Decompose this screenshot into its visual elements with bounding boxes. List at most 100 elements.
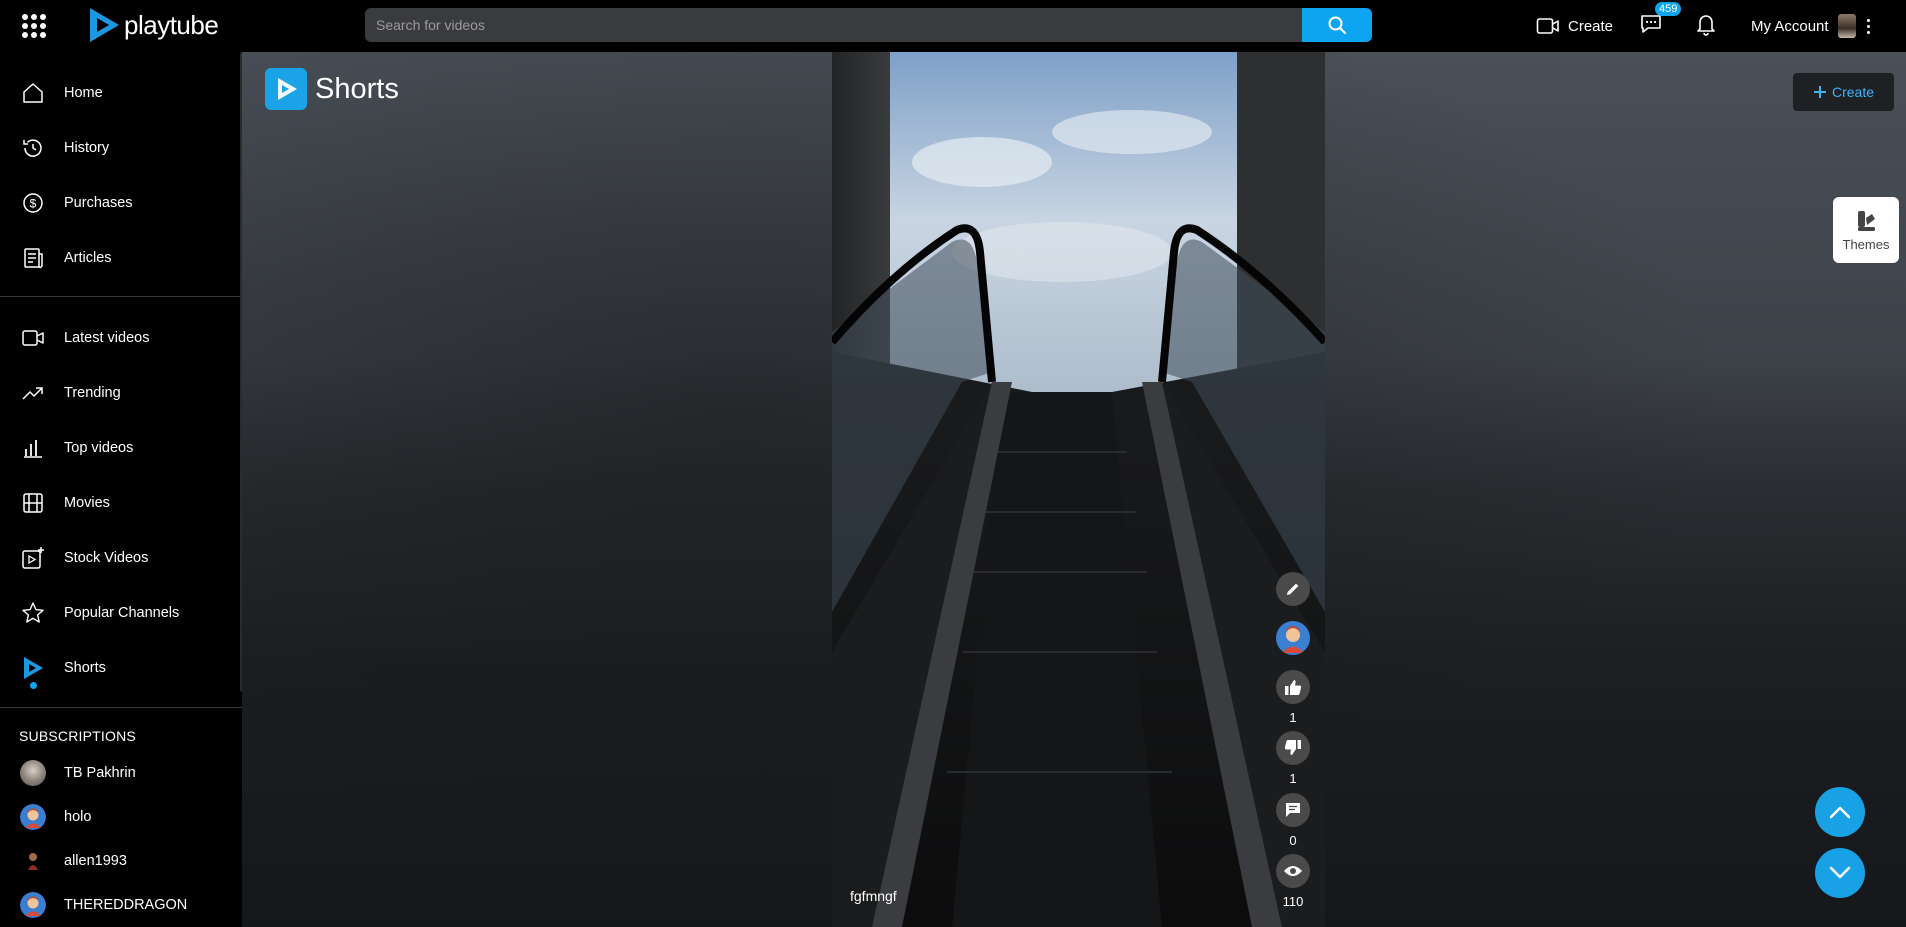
avatar [20,760,46,786]
search-input[interactable] [365,8,1302,42]
svg-text:$: $ [30,197,37,211]
logo-text: playtube [124,9,219,40]
play-logo-icon [90,8,119,42]
sidebar-item-trending[interactable]: Trending [0,373,242,413]
sidebar-item-history[interactable]: History [0,128,242,168]
sidebar-item-label: Top videos [64,440,134,456]
video-frame [832,52,1325,927]
film-icon [20,490,46,516]
apps-grid-icon[interactable] [22,14,46,38]
sidebar-item-latest-videos[interactable]: Latest videos [0,318,242,358]
themes-button[interactable]: Themes [1833,197,1899,263]
chevron-up-icon [1829,806,1851,819]
top-bar: playtube Create 459 [0,0,1906,52]
subscription-item[interactable]: allen1993 [0,843,242,879]
more-options-icon[interactable] [1866,18,1870,34]
main-content: Shorts Create Themes 1 1 0 110 fgfmngf [242,52,1906,927]
chevron-down-icon [1829,866,1851,879]
avatar [20,848,46,874]
sidebar: Home History $ Purchases Articles Latest… [0,52,242,927]
sidebar-item-popular-channels[interactable]: Popular Channels [0,593,242,633]
page-title: Shorts [265,68,399,110]
subscription-item[interactable]: THEREDDRAGON [0,887,242,923]
sidebar-item-label: Articles [64,250,112,266]
sidebar-item-label: Home [64,85,103,101]
palette-icon [1858,210,1875,231]
thumbs-up-icon [1285,680,1302,695]
sidebar-item-shorts[interactable]: Shorts [0,648,242,688]
subscriptions-heading: SUBSCRIPTIONS [19,728,136,744]
short-video-player[interactable] [832,52,1325,927]
subscription-name: TB Pakhrin [64,765,136,781]
eye-icon [1284,866,1302,876]
dislikes-count: 1 [1289,771,1297,786]
sidebar-item-movies[interactable]: Movies [0,483,242,523]
views-circle [1276,854,1310,888]
video-camera-icon [1536,18,1559,34]
account-menu[interactable]: My Account [1751,14,1870,38]
messages-button[interactable]: 459 [1639,1,1682,40]
sidebar-item-label: Stock Videos [64,550,149,566]
sidebar-item-home[interactable]: Home [0,73,242,113]
subscription-item[interactable]: TB Pakhrin [0,755,242,791]
create-label: Create [1831,84,1875,100]
shorts-icon [20,655,46,681]
create-video-button[interactable]: Create [1536,16,1613,36]
messages-badge: 459 [1655,1,1682,16]
create-label: Create [1568,17,1614,35]
sidebar-item-label: History [64,140,110,156]
plus-icon [1813,86,1826,98]
search-icon [1328,16,1346,34]
like-circle [1276,670,1310,704]
bell-icon [1697,14,1715,36]
previous-short-button[interactable] [1815,787,1865,837]
bar-chart-icon [20,435,46,461]
views-count: 110 [1282,894,1304,909]
themes-label: Themes [1842,236,1890,252]
comments-button[interactable]: 0 [1276,793,1310,848]
header-actions: Create 459 My Account [1536,0,1870,52]
edit-circle [1276,572,1310,606]
dollar-icon: $ [20,190,46,216]
subscription-name: holo [64,809,92,825]
logo[interactable]: playtube [86,5,219,45]
subscription-item[interactable]: holo [0,799,242,835]
edit-button[interactable] [1276,572,1310,606]
dislike-button[interactable]: 1 [1276,731,1310,786]
avatar [20,892,46,918]
star-icon [20,600,46,626]
history-icon [20,135,46,161]
subscription-name: THEREDDRAGON [64,897,188,913]
search-bar [365,8,1372,42]
shorts-logo-icon [265,68,307,110]
likes-count: 1 [1289,710,1297,725]
sidebar-item-articles[interactable]: Articles [0,238,242,278]
views-indicator: 110 [1276,854,1310,909]
channel-avatar[interactable] [1276,621,1310,655]
create-short-button[interactable]: Create [1793,73,1894,111]
thumbs-down-icon [1284,740,1301,755]
comments-count: 0 [1289,833,1297,848]
page-title-text: Shorts [315,72,399,105]
notifications-button[interactable] [1695,12,1717,41]
comment-icon [1286,803,1300,817]
user-avatar-icon [1282,626,1304,653]
sidebar-item-label: Shorts [64,660,106,676]
video-title[interactable]: fgfmngf [850,888,897,904]
active-indicator [30,682,37,689]
sidebar-item-label: Movies [64,495,110,511]
chat-icon [1641,14,1661,33]
sidebar-item-label: Latest videos [64,330,150,346]
account-avatar [1837,14,1856,38]
search-button[interactable] [1302,8,1372,42]
like-button[interactable]: 1 [1276,670,1310,725]
stock-video-icon [20,545,46,571]
sidebar-item-label: Popular Channels [64,605,180,621]
dislike-circle [1276,731,1310,765]
sidebar-item-top-videos[interactable]: Top videos [0,428,242,468]
next-short-button[interactable] [1815,848,1865,898]
pencil-icon [1287,583,1299,595]
sidebar-item-stock-videos[interactable]: Stock Videos [0,538,242,578]
sidebar-divider [0,707,242,708]
sidebar-item-purchases[interactable]: $ Purchases [0,183,242,223]
